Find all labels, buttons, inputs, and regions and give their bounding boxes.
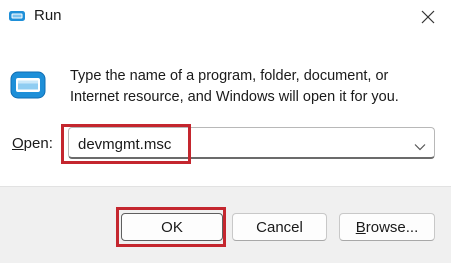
- open-input[interactable]: [78, 134, 398, 154]
- description-text: Type the name of a program, folder, docu…: [70, 68, 399, 105]
- browse-label: rowse...: [365, 218, 419, 236]
- run-dialog-icon: [9, 68, 47, 102]
- run-app-icon: [8, 9, 26, 23]
- title-bar: Run: [0, 0, 451, 34]
- open-label-text: pen:: [23, 135, 53, 152]
- ok-button[interactable]: OK: [121, 213, 223, 241]
- close-icon: [421, 10, 435, 24]
- cancel-button[interactable]: Cancel: [232, 213, 327, 241]
- run-dialog: Run Type the name of a program, folder, …: [0, 0, 451, 263]
- close-button[interactable]: [405, 0, 451, 34]
- open-label: Open:: [12, 135, 53, 152]
- chevron-down-icon[interactable]: [414, 138, 426, 151]
- open-label-mnemonic: O: [12, 135, 24, 152]
- browse-mnemonic: B: [355, 218, 366, 236]
- window-title: Run: [34, 7, 62, 24]
- browse-button[interactable]: Browse...: [339, 213, 435, 241]
- open-combobox[interactable]: [68, 127, 435, 159]
